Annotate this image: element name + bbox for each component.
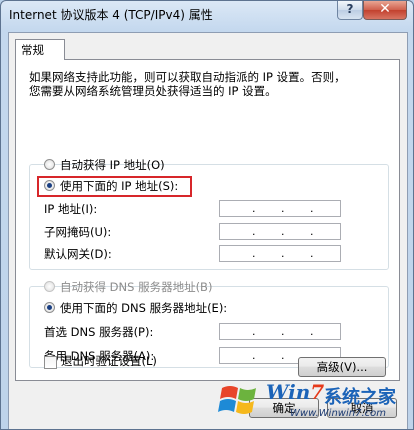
watermark-brand: Win7 — [266, 380, 324, 404]
ip-dot: . — [252, 202, 256, 215]
windows-logo-icon — [218, 386, 256, 414]
preferred-dns-input[interactable]: ... — [219, 323, 341, 340]
ip-dot: . — [252, 325, 256, 338]
ip-dot: . — [252, 247, 256, 260]
validate-settings-label: 退出时验证设置(L) — [61, 354, 157, 368]
ip-dot: . — [310, 247, 314, 260]
ip-dot: . — [281, 247, 285, 260]
default-gateway-input[interactable]: ... — [219, 245, 341, 262]
description-line-2: 您需要从网络系统管理员处获得适当的 IP 设置。 — [29, 84, 277, 98]
ip-dot: . — [310, 202, 314, 215]
ip-dot: . — [310, 325, 314, 338]
ip-dot: . — [281, 325, 285, 338]
help-button[interactable]: ? — [337, 1, 363, 20]
site-watermark: Win7 系统之家 Www.Winwin7.com — [218, 378, 408, 426]
radio-auto-ip-label: 自动获得 IP 地址(O) — [60, 158, 165, 172]
radio-auto-ip[interactable]: 自动获得 IP 地址(O) — [44, 157, 165, 173]
validate-settings-checkbox[interactable] — [44, 356, 57, 369]
close-button[interactable]: ✕ — [363, 1, 407, 20]
default-gateway-label: 默认网关(D): — [44, 247, 112, 261]
advanced-button[interactable]: 高级(V)... — [298, 357, 386, 377]
watermark-site-name: 系统之家 — [324, 387, 396, 408]
ip-dot: . — [281, 202, 285, 215]
ip-address-input[interactable]: ... — [219, 200, 341, 217]
ip-dot: . — [252, 349, 256, 362]
radio-manual-ip-label: 使用下面的 IP 地址(S): — [60, 179, 179, 193]
radio-auto-dns-label: 自动获得 DNS 服务器地址(B) — [60, 280, 213, 294]
radio-manual-dns[interactable]: 使用下面的 DNS 服务器地址(E): — [44, 300, 227, 316]
dialog-client-area: 常规 如果网络支持此功能，则可以获取自动指派的 IP 设置。否则， 您需要从网络… — [8, 32, 408, 429]
dialog-window: Internet 协议版本 4 (TCP/IPv4) 属性 ? ✕ 常规 如果网… — [0, 0, 414, 430]
ip-dot: . — [281, 225, 285, 238]
radio-auto-ip-indicator[interactable] — [44, 159, 55, 170]
subnet-mask-label: 子网掩码(U): — [44, 225, 112, 239]
watermark-url: Www.Winwin7.com — [290, 408, 386, 419]
watermark-brand-number: 7 — [310, 380, 325, 404]
radio-auto-dns[interactable]: 自动获得 DNS 服务器地址(B) — [44, 279, 212, 295]
ip-address-label: IP 地址(I): — [44, 202, 98, 216]
watermark-brand-text: Win — [266, 380, 311, 404]
tab-panel-general: 如果网络支持此功能，则可以获取自动指派的 IP 设置。否则， 您需要从网络系统管… — [15, 59, 400, 381]
radio-manual-ip-indicator[interactable] — [44, 180, 55, 191]
preferred-dns-label: 首选 DNS 服务器(P): — [44, 325, 154, 339]
ip-dot: . — [252, 225, 256, 238]
description-line-1: 如果网络支持此功能，则可以获取自动指派的 IP 设置。否则， — [29, 70, 346, 84]
radio-manual-dns-label: 使用下面的 DNS 服务器地址(E): — [60, 301, 228, 315]
description-text: 如果网络支持此功能，则可以获取自动指派的 IP 设置。否则， 您需要从网络系统管… — [29, 70, 389, 98]
radio-auto-dns-indicator[interactable] — [44, 281, 55, 292]
radio-manual-ip[interactable]: 使用下面的 IP 地址(S): — [44, 178, 178, 194]
tab-general[interactable]: 常规 — [15, 39, 65, 60]
radio-manual-dns-indicator[interactable] — [44, 302, 55, 313]
window-title: Internet 协议版本 4 (TCP/IPv4) 属性 — [9, 8, 213, 22]
ip-dot: . — [310, 225, 314, 238]
subnet-mask-input[interactable]: ... — [219, 223, 341, 240]
ip-dot: . — [281, 349, 285, 362]
